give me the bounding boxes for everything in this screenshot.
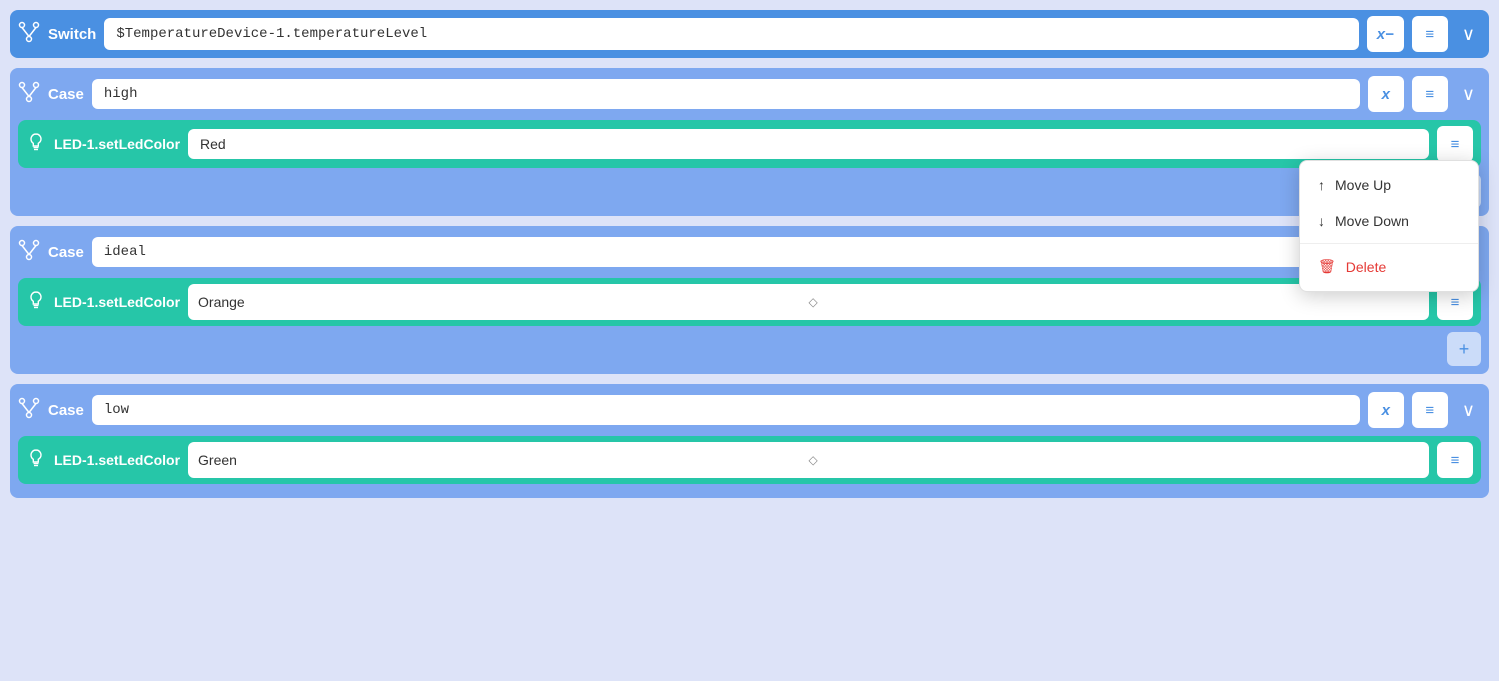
menu-move-up[interactable]: ↑ Move Up: [1300, 167, 1478, 203]
led-red-lines-button[interactable]: ≡: [1437, 126, 1473, 162]
action-orange-row: LED-1.setLedColor Orange ◇ ≡: [18, 278, 1481, 326]
delete-icon: 🗑: [1318, 258, 1336, 275]
led-green-lines-button[interactable]: ≡: [1437, 442, 1473, 478]
case-high-header: Case x ≡ ∨: [18, 76, 1481, 112]
led-green-icon: [26, 448, 46, 473]
case-high-x-button[interactable]: x: [1368, 76, 1404, 112]
delete-label: Delete: [1346, 259, 1386, 275]
case-ideal-input[interactable]: [92, 237, 1360, 267]
case-high-node-icon: [18, 81, 40, 108]
move-down-label: Move Down: [1335, 213, 1409, 229]
case-high-block: Case x ≡ ∨ LED-1.setLedColor: [10, 68, 1489, 216]
move-up-label: Move Up: [1335, 177, 1391, 193]
switch-chevron-button[interactable]: ∨: [1456, 20, 1481, 49]
led-orange-dropdown[interactable]: Orange ◇: [188, 284, 1429, 320]
case-ideal-plus-button[interactable]: +: [1447, 332, 1481, 366]
led-green-label: LED-1.setLedColor: [54, 452, 180, 468]
led-orange-chevron-icon: ◇: [809, 295, 1420, 309]
switch-lines-button[interactable]: ≡: [1412, 16, 1448, 52]
case-low-x-button[interactable]: x: [1368, 392, 1404, 428]
led-orange-value: Orange: [198, 294, 809, 310]
led-green-value: Green: [198, 452, 809, 468]
led-orange-icon: [26, 290, 46, 315]
case-high-chevron-button[interactable]: ∨: [1456, 80, 1481, 109]
switch-label: Switch: [48, 26, 96, 43]
context-menu: ↑ Move Up ↓ Move Down 🗑 Delete: [1299, 160, 1479, 292]
menu-delete[interactable]: 🗑 Delete: [1300, 248, 1478, 285]
case-ideal-header: Case x ≡ ∨: [18, 234, 1481, 270]
case-ideal-node-icon: [18, 239, 40, 266]
case-low-chevron-button[interactable]: ∨: [1456, 396, 1481, 425]
menu-divider: [1300, 243, 1478, 244]
led-orange-label: LED-1.setLedColor: [54, 294, 180, 310]
move-down-icon: ↓: [1318, 213, 1325, 229]
case-low-node-icon: [18, 397, 40, 424]
switch-node-icon: [18, 21, 40, 48]
case-ideal-plus-row: +: [18, 332, 1481, 366]
case-low-label: Case: [48, 402, 84, 419]
led-green-dropdown[interactable]: Green ◇: [188, 442, 1429, 478]
case-ideal-label: Case: [48, 244, 84, 261]
case-ideal-block: Case x ≡ ∨ LED-1.setLedColor: [10, 226, 1489, 374]
action-green-row: LED-1.setLedColor Green ◇ ≡: [18, 436, 1481, 484]
case-high-lines-button[interactable]: ≡: [1412, 76, 1448, 112]
case-low-header: Case x ≡ ∨: [18, 392, 1481, 428]
switch-input[interactable]: [104, 18, 1358, 50]
case-high-input[interactable]: [92, 79, 1360, 109]
main-container: Switch x− ≡ ∨ Case: [0, 0, 1499, 681]
case-low-block: Case x ≡ ∨ LED-1.setLedColor: [10, 384, 1489, 498]
switch-x-minus-button[interactable]: x−: [1367, 16, 1404, 52]
led-red-input[interactable]: [188, 129, 1429, 159]
case-high-label: Case: [48, 86, 84, 103]
case-high-plus-row: +: [18, 174, 1481, 208]
menu-move-down[interactable]: ↓ Move Down: [1300, 203, 1478, 239]
case-low-lines-button[interactable]: ≡: [1412, 392, 1448, 428]
switch-row: Switch x− ≡ ∨: [10, 10, 1489, 58]
move-up-icon: ↑: [1318, 177, 1325, 193]
led-red-icon: [26, 132, 46, 157]
led-green-chevron-icon: ◇: [809, 453, 1420, 467]
led-red-label: LED-1.setLedColor: [54, 136, 180, 152]
case-low-input[interactable]: [92, 395, 1360, 425]
action-red-row: LED-1.setLedColor ≡: [18, 120, 1481, 168]
